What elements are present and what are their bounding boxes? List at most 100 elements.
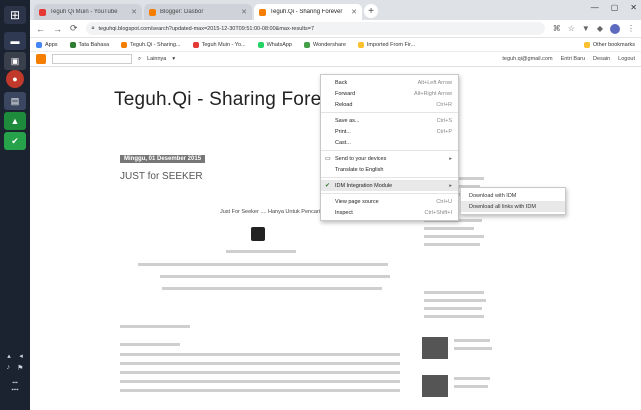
forward-icon[interactable]: → xyxy=(53,24,62,34)
bookmark-wondershare[interactable]: Wondershare xyxy=(303,41,346,48)
system-tray: ▴ ◂ ♪ ⚑ ▪▪▪ ▪▪▪▪ xyxy=(0,350,30,410)
navbar-logout-link[interactable]: Logout xyxy=(618,56,635,62)
post-text-line xyxy=(120,325,190,328)
menu-item-view-source[interactable]: View page source Ctrl+U xyxy=(321,196,458,207)
sidebar-post-thumbnail[interactable] xyxy=(422,375,448,397)
sidebar-text-line xyxy=(424,307,482,310)
menu-item-back[interactable]: Back Alt+Left Arrow xyxy=(321,77,458,88)
other-bookmarks[interactable]: Other bookmarks xyxy=(583,41,635,48)
blogger-logo-icon[interactable] xyxy=(36,54,46,64)
blogger-icon xyxy=(259,8,266,16)
tab-youtube[interactable]: Teguh Qi Muin - YouTube ✕ xyxy=(34,4,142,20)
navbar-design-link[interactable]: Desain xyxy=(593,56,610,62)
sidebar-text-line xyxy=(454,377,490,380)
menu-icon[interactable]: ⋮ xyxy=(627,24,635,34)
idm-extension-icon[interactable]: ▼ xyxy=(582,24,590,34)
new-tab-button[interactable]: + xyxy=(364,4,378,18)
apps-icon xyxy=(36,41,42,48)
tab-title: Blogger: Dasbor xyxy=(160,9,204,15)
menu-item-inspect[interactable]: Inspect Ctrl+Shift+I xyxy=(321,207,458,218)
bookmark-tata-bahasa[interactable]: Tata Bahasa xyxy=(69,41,109,48)
minimize-icon[interactable]: — xyxy=(591,3,599,12)
post-date-badge: Minggu, 01 Desember 2015 xyxy=(120,155,206,163)
reload-icon[interactable]: ⟳ xyxy=(70,23,78,34)
post-text-line xyxy=(160,275,390,278)
taskbar-app-icon[interactable]: ▣ xyxy=(4,52,26,70)
menu-item-translate[interactable]: Translate to English xyxy=(321,164,458,175)
navbar-new-post-link[interactable]: Entri Baru xyxy=(561,56,585,62)
blog-title[interactable]: Teguh.Qi - Sharing Forever xyxy=(114,89,348,111)
post-text-line xyxy=(120,371,400,374)
network-icon[interactable]: ▴ xyxy=(7,352,11,360)
sidebar-text-line xyxy=(454,385,488,388)
post-text-line xyxy=(120,353,400,356)
post-text-line xyxy=(138,263,388,266)
navbar-search-input[interactable] xyxy=(52,54,132,64)
bookmark-folder-imported[interactable]: Imported From Fir... xyxy=(357,41,415,48)
bookmark-apps[interactable]: Apps xyxy=(36,41,58,48)
window-controls: — ▢ ✕ xyxy=(591,3,637,12)
tab-teguhqi-blog[interactable]: Teguh.Qi - Sharing Forever ✕ xyxy=(254,4,362,20)
clock[interactable]: ▪▪▪ ▪▪▪▪ xyxy=(0,380,30,394)
navbar-account-email[interactable]: teguh.qi@gmail.com xyxy=(502,56,552,62)
lock-icon: 🔒︎ xyxy=(91,25,95,31)
flag-icon[interactable]: ⚑ xyxy=(17,364,23,372)
tab-strip: Teguh Qi Muin - YouTube ✕ Blogger: Dasbo… xyxy=(30,0,641,20)
close-tab-icon[interactable]: ✕ xyxy=(351,8,357,16)
windows-start-icon[interactable]: ⊞ xyxy=(4,6,26,24)
close-tab-icon[interactable]: ✕ xyxy=(241,8,247,16)
navbar-search-icon[interactable]: ⌕ xyxy=(138,56,141,63)
youtube-icon xyxy=(192,41,199,48)
navbar-more-link[interactable]: Lainnya xyxy=(147,56,166,62)
extensions: ⌘ ☆ ▼ ◆ ⋮ xyxy=(553,23,635,34)
extension-icon[interactable]: ◆ xyxy=(597,24,603,34)
post-image[interactable] xyxy=(251,227,265,241)
address-bar[interactable]: 🔒︎ teguhqi.blogspot.com/search?updated-m… xyxy=(85,22,545,35)
taskbar-app-icon[interactable]: ▤ xyxy=(4,92,26,110)
close-window-icon[interactable]: ✕ xyxy=(630,3,637,12)
menu-item-download-with-idm[interactable]: Download with IDM xyxy=(461,190,565,201)
post-text-line xyxy=(120,380,400,383)
sidebar-text-line xyxy=(424,299,486,302)
sidebar-post-thumbnail[interactable] xyxy=(422,337,448,359)
speaker-icon[interactable]: ♪ xyxy=(7,364,11,372)
post-title[interactable]: JUST for SEEKER xyxy=(120,171,203,182)
sidebar-text-line xyxy=(454,347,492,350)
menu-item-download-all-links-idm[interactable]: Download all links with IDM xyxy=(461,201,565,212)
menu-item-print[interactable]: Print... Ctrl+P xyxy=(321,126,458,137)
bookmark-whatsapp[interactable]: WhatsApp xyxy=(257,41,292,48)
menu-item-reload[interactable]: Reload Ctrl+R xyxy=(321,99,458,110)
menu-item-save-as[interactable]: Save as... Ctrl+S xyxy=(321,115,458,126)
bookmark-icon xyxy=(69,41,76,48)
bookmark-teguhqi[interactable]: Teguh.Qi - Sharing... xyxy=(121,41,181,48)
menu-separator xyxy=(321,177,458,178)
taskbar: ⊞ ▬ ▣ ● ▤ ▲ ✔ ▴ ◂ ♪ ⚑ ▪▪▪ ▪▪▪▪ xyxy=(0,0,30,410)
context-menu: Back Alt+Left Arrow Forward Alt+Right Arro… xyxy=(320,74,459,221)
blogger-icon xyxy=(149,8,156,16)
close-tab-icon[interactable]: ✕ xyxy=(131,8,137,16)
post-text-line xyxy=(226,250,296,253)
taskbar-app-icon[interactable]: ▲ xyxy=(4,112,26,130)
back-icon[interactable]: ← xyxy=(36,24,45,34)
menu-item-idm-integration[interactable]: ✔ IDM Integration Module ▸ xyxy=(321,180,458,191)
chrome-icon[interactable]: ● xyxy=(6,70,24,88)
tab-title: Teguh.Qi - Sharing Forever xyxy=(270,9,343,15)
url-text: teguhqi.blogspot.com/search?updated-max=… xyxy=(98,25,315,32)
taskbar-app-icon[interactable]: ✔ xyxy=(4,132,26,150)
star-icon[interactable]: ☆ xyxy=(568,24,575,34)
post-text-line xyxy=(120,343,180,346)
menu-separator xyxy=(321,150,458,151)
sidebar-text-line xyxy=(454,339,490,342)
maximize-icon[interactable]: ▢ xyxy=(611,3,619,12)
bookmark-youtube[interactable]: Teguh Muin - Yo... xyxy=(192,41,246,48)
chevron-down-icon: ▾ xyxy=(172,56,176,62)
tab-blogger-dashboard[interactable]: Blogger: Dasbor ✕ xyxy=(144,4,252,20)
bookmarks-bar: Apps Tata Bahasa Teguh.Qi - Sharing... T… xyxy=(30,38,641,52)
menu-item-forward[interactable]: Forward Alt+Right Arrow xyxy=(321,88,458,99)
taskbar-app-icon[interactable]: ▬ xyxy=(4,32,26,50)
volume-icon[interactable]: ◂ xyxy=(19,352,23,360)
menu-item-cast[interactable]: Cast... xyxy=(321,137,458,148)
profile-avatar[interactable] xyxy=(610,23,620,34)
translate-icon[interactable]: ⌘ xyxy=(553,24,561,34)
menu-item-send-to-devices[interactable]: ▭ Send to your devices ▸ xyxy=(321,153,458,164)
